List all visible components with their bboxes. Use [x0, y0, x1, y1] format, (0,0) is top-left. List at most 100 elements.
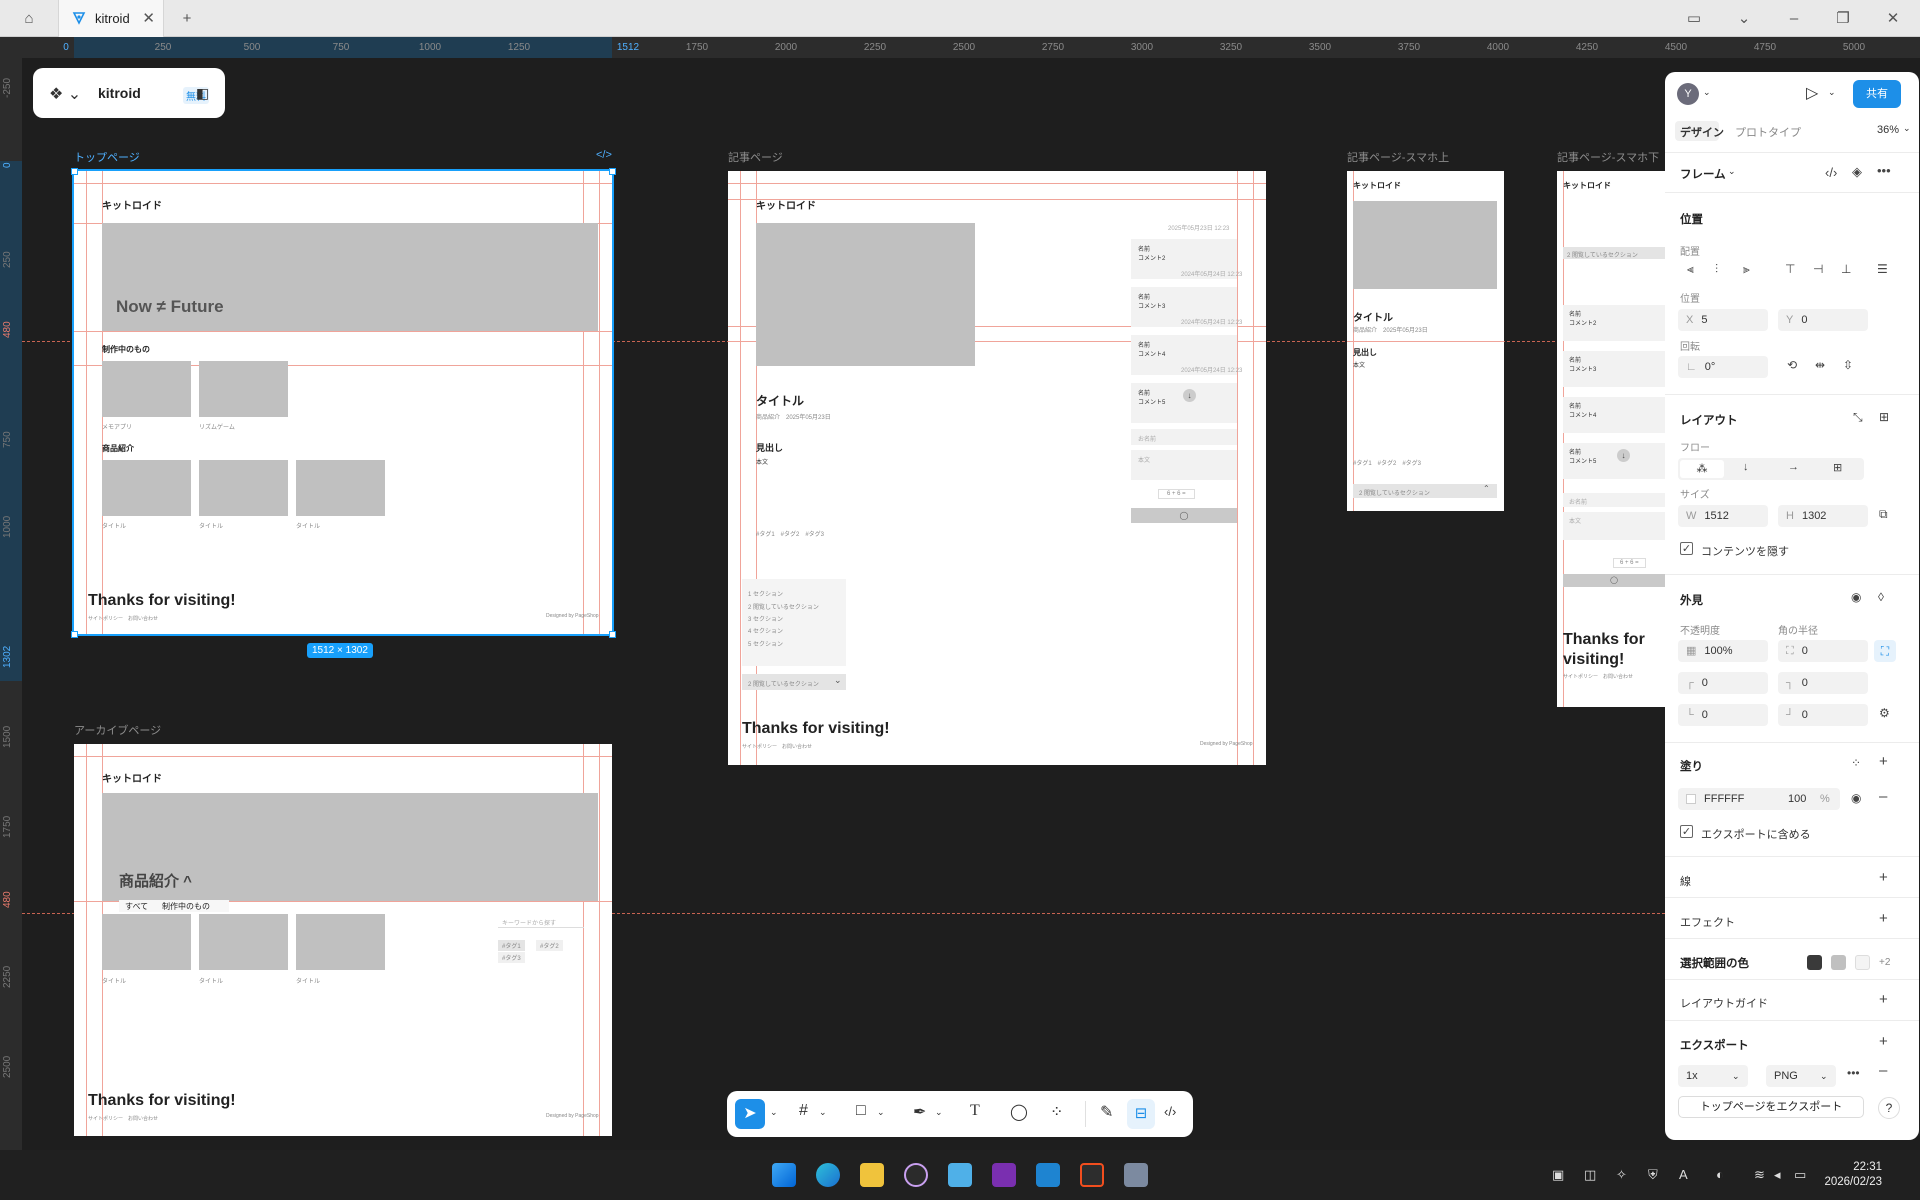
distribute-icon[interactable]: ☰ — [1877, 262, 1888, 276]
width-field[interactable]: W 1512 — [1678, 505, 1768, 527]
flip-horizontal-icon[interactable]: ⇹ — [1815, 358, 1825, 372]
dev-mode-icon[interactable]: ‹/› — [1164, 1104, 1176, 1119]
y-field[interactable]: Y0 — [1778, 309, 1868, 331]
toc-bar[interactable]: 2 閲覧しているセクション — [1563, 247, 1665, 259]
flow-vertical-icon[interactable]: ↓ — [1743, 461, 1749, 473]
tab-kitroid[interactable]: kitroid ✕ — [58, 0, 164, 37]
captcha[interactable]: 6 + 6 = — [1613, 558, 1646, 568]
minimize-view-icon[interactable]: ▭ — [1683, 8, 1705, 30]
export-button[interactable]: トップページをエクスポート — [1678, 1096, 1864, 1118]
collapse-icon[interactable]: ⤡ — [1853, 410, 1863, 425]
figma-menu-icon[interactable]: ❖ ⌄ — [49, 84, 81, 104]
zoom-level[interactable]: 36% — [1877, 124, 1899, 136]
export-scale-select[interactable]: 1x ⌄ — [1678, 1065, 1748, 1087]
name-input[interactable]: お名前 — [1563, 493, 1665, 507]
scroll-down-icon[interactable]: ↓ — [1617, 449, 1630, 462]
add-fill-icon[interactable]: + — [1879, 753, 1888, 770]
minimize-icon[interactable]: – — [1783, 8, 1805, 30]
resize-handle[interactable] — [609, 168, 616, 175]
tag-chip[interactable]: #タグ2 — [536, 940, 563, 951]
align-top-icon[interactable]: ⊤ — [1785, 262, 1795, 276]
selection-color-swatch[interactable] — [1807, 955, 1822, 970]
tray-app-icon[interactable]: ✧ — [1616, 1167, 1627, 1183]
chevron-down-icon[interactable]: ⌄ — [819, 1107, 827, 1118]
flip-vertical-icon[interactable]: ⇳ — [1843, 358, 1853, 372]
selection-color-swatch[interactable] — [1831, 955, 1846, 970]
radius-br-field[interactable]: ┘ 0 — [1778, 704, 1868, 726]
selection-colors-more[interactable]: +2 — [1879, 957, 1890, 968]
frame-top-page[interactable]: キットロイド Now ≠ Future 制作中のもの メモアプリ リズムゲーム … — [72, 169, 614, 636]
align-left-icon[interactable]: ⫷ — [1687, 262, 1694, 277]
help-button[interactable]: ? — [1878, 1097, 1900, 1119]
notepad-icon[interactable] — [948, 1163, 972, 1187]
resize-to-fit-icon[interactable]: ⧉ — [1879, 507, 1888, 522]
clock[interactable]: 22:31 2026/02/23 — [1824, 1160, 1882, 1190]
tag-chip[interactable]: #タグ1 — [498, 940, 525, 951]
include-export-checkbox[interactable]: ✓ — [1680, 825, 1693, 838]
auto-layout-icon[interactable]: ⊞ — [1879, 410, 1889, 424]
tab-prototype[interactable]: プロトタイプ — [1735, 124, 1801, 140]
frame-label-top[interactable]: トップページ — [74, 149, 140, 165]
search-input[interactable]: キーワードから探す — [498, 916, 584, 928]
selection-color-swatch[interactable] — [1855, 955, 1870, 970]
flow-horizontal-icon[interactable]: → — [1788, 461, 1799, 473]
radius-tr-field[interactable]: ┐ 0 — [1778, 672, 1868, 694]
battery-icon[interactable]: ▭ — [1794, 1167, 1806, 1183]
droplet-icon[interactable]: ◊ — [1878, 590, 1884, 604]
chevron-down-icon[interactable]: ⌄ — [1828, 87, 1836, 98]
corner-settings-icon[interactable]: ⚙ — [1879, 706, 1890, 720]
new-tab-icon[interactable]: + — [176, 8, 198, 30]
tray-app-icon[interactable]: ◐ — [1716, 1167, 1724, 1182]
home-icon[interactable]: ⌂ — [18, 8, 40, 30]
chevron-down-icon[interactable]: ⌄ — [935, 1107, 943, 1118]
chevron-down-icon[interactable]: ⌄ — [1903, 123, 1911, 134]
add-export-icon[interactable]: + — [1879, 1033, 1888, 1050]
avatar[interactable]: Y — [1677, 83, 1699, 105]
file-menu[interactable]: ❖ ⌄ kitroid 無料 ◧ — [33, 68, 225, 118]
draw-mode-icon[interactable]: ✎ — [1100, 1102, 1113, 1122]
remove-export-icon[interactable]: – — [1879, 1062, 1887, 1079]
frame-mobile-top[interactable]: キットロイド タイトル 商品紹介 2025年05月23日 見出し 本文 #タグ1… — [1347, 171, 1504, 511]
edge-browser-icon[interactable] — [816, 1163, 840, 1187]
assets-tool-icon[interactable]: ⁘ — [1050, 1102, 1063, 1122]
remove-fill-icon[interactable]: – — [1879, 788, 1887, 805]
play-icon[interactable]: ▷ — [1806, 83, 1818, 103]
design-mode-icon[interactable]: ⊟ — [1127, 1099, 1155, 1129]
frame-mobile-bottom[interactable]: キットロイド 2 閲覧しているセクション 名前 コメント2 名前 コメント3 名… — [1557, 171, 1665, 707]
clip-checkbox[interactable]: ✓ — [1680, 542, 1693, 555]
more-icon[interactable]: ••• — [1877, 163, 1891, 178]
ime-indicator-icon[interactable]: A — [1679, 1167, 1688, 1182]
frame-archive-page[interactable]: キットロイド 商品紹介 ^ すべて 制作中のもの タイトル タイトル タイトル … — [74, 744, 612, 1136]
frame-label-mobile-top[interactable]: 記事ページ-スマホ上 — [1347, 149, 1449, 165]
resize-handle[interactable] — [71, 631, 78, 638]
vscode-icon[interactable] — [1036, 1163, 1060, 1187]
flow-free-icon[interactable]: ⁂ — [1680, 460, 1724, 478]
component-icon[interactable]: ◈ — [1852, 164, 1862, 180]
comment-tool-icon[interactable]: ◯ — [1010, 1102, 1028, 1122]
frame-tool-icon[interactable]: # — [799, 1102, 808, 1120]
flow-grid-icon[interactable]: ⊞ — [1833, 461, 1842, 474]
resize-handle[interactable] — [609, 631, 616, 638]
hero-text[interactable]: 商品紹介 ^ — [119, 870, 192, 891]
chevron-down-icon[interactable]: ⌄ — [1733, 8, 1755, 30]
radius-tl-field[interactable]: ┌ 0 — [1678, 672, 1768, 694]
submit-comment-button[interactable]: ◯ — [1131, 508, 1237, 523]
toc-item[interactable]: 4 セクション — [748, 626, 783, 635]
close-window-icon[interactable]: ✕ — [1882, 8, 1904, 30]
submit-comment-button[interactable]: ◯ — [1563, 574, 1665, 587]
styles-icon[interactable]: ⁘ — [1851, 756, 1861, 770]
more-icon[interactable]: ••• — [1847, 1066, 1860, 1080]
wifi-icon[interactable]: ≋ — [1754, 1167, 1765, 1183]
frame-label-article[interactable]: 記事ページ — [728, 149, 783, 165]
share-button[interactable]: 共有 — [1853, 80, 1901, 108]
radius-field[interactable]: ⛶ 0 — [1778, 640, 1868, 662]
add-effect-icon[interactable]: + — [1879, 910, 1888, 927]
comment-input[interactable]: 本文 — [1563, 512, 1665, 540]
chevron-down-icon[interactable]: ⌄ — [1728, 166, 1736, 177]
add-layout-guide-icon[interactable]: + — [1879, 991, 1888, 1008]
toc-item[interactable]: 1 セクション — [748, 589, 783, 598]
rectangle-tool-icon[interactable]: □ — [856, 1102, 866, 1120]
height-field[interactable]: H 1302 — [1778, 505, 1868, 527]
name-input[interactable]: お名前 — [1131, 429, 1237, 445]
file-explorer-icon[interactable] — [860, 1163, 884, 1187]
